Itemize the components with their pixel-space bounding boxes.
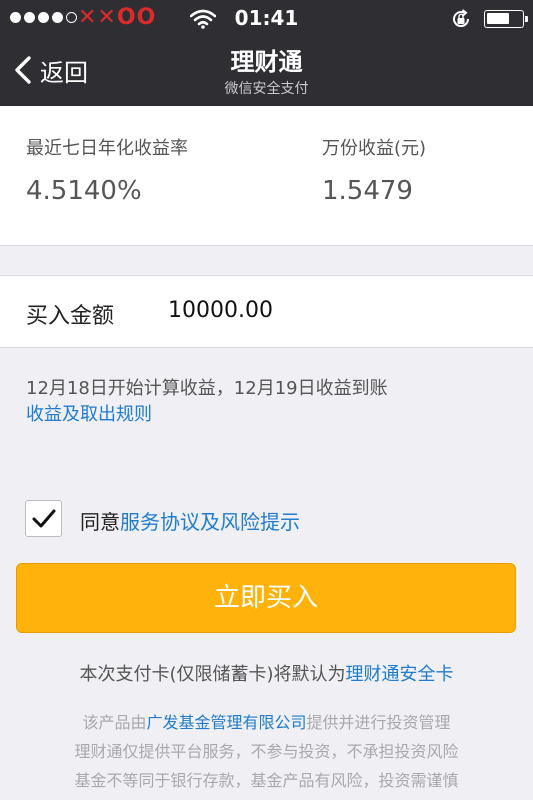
rules-link[interactable]: 收益及取出规则 [26,400,152,426]
agreement-text: 同意服务协议及风险提示 [80,506,300,535]
per-10k-yield-value: 1.5479 [322,176,413,206]
top-bar: ✕✕OO 01:41 返回 理财通 微信安全支付 [0,0,533,106]
amount-input[interactable]: 10000.00 [168,298,273,323]
agreement-checkbox[interactable] [25,500,62,537]
disclaimer-line-2: 理财通仅提供平台服务，不参与投资，不承担投资风险 [74,742,459,761]
payment-card-note: 本次支付卡(仅限储蓄卡)将默认为理财通安全卡 [0,660,533,686]
disclaimer: 该产品由广发基金管理有限公司提供并进行投资管理 理财通仅提供平台服务，不参与投资… [20,708,513,795]
disclaimer-prefix: 该产品由 [82,713,147,732]
checkmark-icon [32,509,56,528]
card-note-text: 本次支付卡(仅限储蓄卡)将默认为 [79,664,346,685]
purchase-amount-row[interactable]: 买入金额 10000.00 [0,275,533,348]
agreement-link[interactable]: 服务协议及风险提示 [120,510,300,534]
annualized-yield: 最近七日年化收益率 4.5140% [26,134,188,206]
yield-panel: 最近七日年化收益率 4.5140% 万份收益(元) 1.5479 [0,106,533,246]
battery-icon [484,10,528,28]
per-10k-yield: 万份收益(元) 1.5479 [322,134,426,206]
disclaimer-suffix: 提供并进行投资管理 [306,713,451,732]
status-bar: ✕✕OO 01:41 [0,0,533,36]
disclaimer-line-1: 该产品由广发基金管理有限公司提供并进行投资管理 [20,708,513,737]
safe-card-link[interactable]: 理财通安全卡 [346,664,454,685]
earnings-schedule: 12月18日开始计算收益，12月19日收益到账 [26,378,388,399]
agreement-prefix: 同意 [80,510,120,534]
buy-now-button[interactable]: 立即买入 [16,563,516,633]
amount-label: 买入金额 [26,304,115,329]
page-subtitle: 微信安全支付 [224,81,309,97]
annualized-yield-value: 4.5140% [26,176,142,206]
fund-company-link[interactable]: 广发基金管理有限公司 [146,713,306,732]
annualized-yield-label: 最近七日年化收益率 [26,138,188,159]
per-10k-yield-label: 万份收益(元) [322,138,427,159]
page-title: 理财通 [230,48,303,76]
disclaimer-line-3: 基金不等同于银行存款，基金产品有风险，投资需谨慎 [74,771,459,790]
rotation-lock-icon [453,9,470,28]
